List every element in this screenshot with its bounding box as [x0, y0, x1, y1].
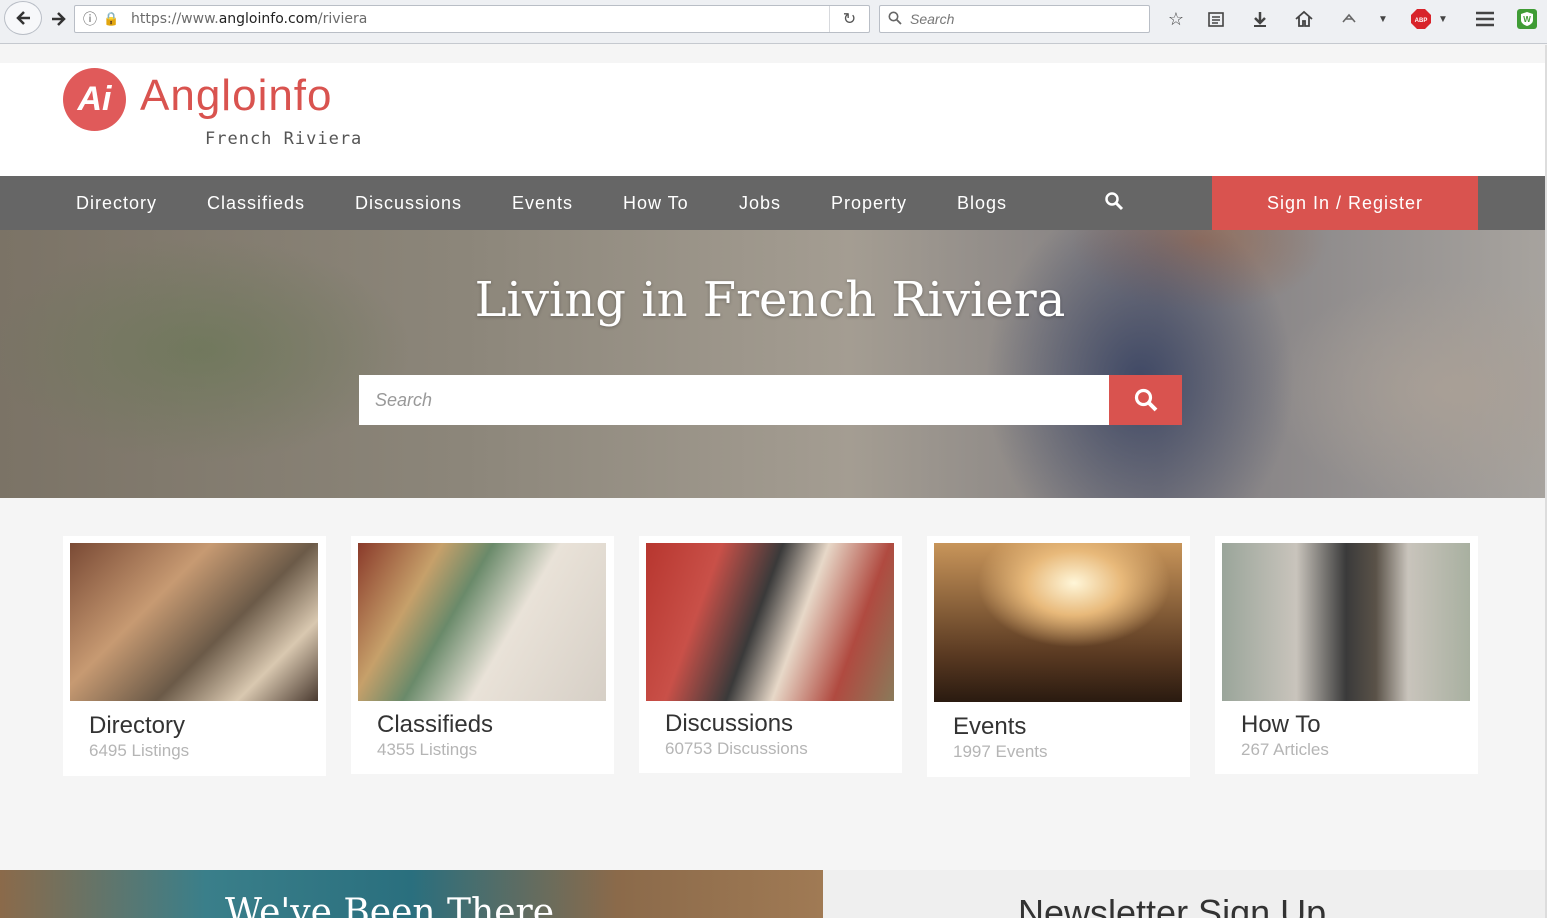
- hero-search-placeholder: Search: [375, 389, 433, 410]
- card-how-to[interactable]: How To 267 Articles: [1215, 536, 1478, 774]
- reload-icon[interactable]: ↻: [829, 6, 869, 32]
- download-icon[interactable]: [1245, 6, 1275, 32]
- card-count: 60753 Discussions: [665, 739, 808, 758]
- card-count: 1997 Events: [953, 742, 1048, 761]
- nav-item-directory[interactable]: Directory: [76, 176, 157, 230]
- browser-search-field[interactable]: Search: [879, 5, 1150, 33]
- nav-item-jobs[interactable]: Jobs: [739, 176, 781, 230]
- svg-text:W: W: [1523, 15, 1531, 24]
- card-classifieds[interactable]: Classifieds 4355 Listings: [351, 536, 614, 774]
- nav-item-property[interactable]: Property: [831, 176, 907, 230]
- promo-heading: We've Been There: [225, 892, 555, 918]
- bookmark-star-icon[interactable]: ☆: [1161, 6, 1191, 32]
- card-directory[interactable]: Directory 6495 Listings: [63, 536, 326, 776]
- card-title[interactable]: How To: [1241, 711, 1321, 739]
- search-icon: [1134, 388, 1157, 412]
- web-page: Ai Angloinfo French Riviera Directory Cl…: [0, 45, 1547, 918]
- forward-button[interactable]: [42, 4, 76, 34]
- logo-region: French Riviera: [205, 129, 363, 149]
- how-to-image[interactable]: [1222, 543, 1470, 701]
- info-icon[interactable]: ⓘ: [83, 9, 103, 29]
- logo-part-c: info: [257, 71, 333, 120]
- nav-search-icon[interactable]: [1104, 191, 1126, 213]
- arrow-right-icon: [52, 12, 66, 26]
- events-image[interactable]: [934, 543, 1182, 702]
- logo-wordmark[interactable]: Angloinfo: [140, 71, 333, 121]
- promo-banner: We've Been There: [0, 870, 823, 918]
- arrow-left-icon: [16, 11, 30, 25]
- reading-list-icon[interactable]: [1201, 6, 1231, 32]
- card-title[interactable]: Events: [953, 713, 1026, 741]
- card-events[interactable]: Events 1997 Events: [927, 536, 1190, 777]
- logo-mark[interactable]: Ai: [63, 68, 126, 131]
- nav-item-classifieds[interactable]: Classifieds: [207, 176, 305, 230]
- nav-item-events[interactable]: Events: [512, 176, 573, 230]
- card-title[interactable]: Discussions: [665, 710, 793, 738]
- hero-banner: Living in French Riviera Search: [0, 230, 1545, 498]
- card-count: 267 Articles: [1241, 740, 1329, 759]
- card-count: 6495 Listings: [89, 741, 190, 760]
- logo-part-a: Angl: [140, 71, 233, 120]
- hamburger-menu-icon[interactable]: [1470, 6, 1500, 32]
- lock-icon: 🔒: [103, 11, 120, 26]
- search-icon: [888, 11, 906, 28]
- adblock-menu-chevron-icon[interactable]: ▼: [1428, 6, 1458, 32]
- card-title[interactable]: Directory: [89, 712, 185, 740]
- hero-search-input[interactable]: Search: [359, 375, 1109, 425]
- newsletter-section: Newsletter Sign Up: [823, 870, 1545, 918]
- category-cards: Directory 6495 Listings Classifieds 4355…: [0, 498, 1545, 870]
- nav-item-how-to[interactable]: How To: [623, 176, 689, 230]
- sign-in-register-button[interactable]: Sign In / Register: [1212, 176, 1478, 230]
- browser-toolbar: ⓘ 🔒 https://www.angloinfo.com/riviera ↻ …: [0, 0, 1547, 44]
- card-title[interactable]: Classifieds: [377, 711, 493, 739]
- hero-search-button[interactable]: [1109, 375, 1182, 425]
- main-nav: Directory Classifieds Discussions Events…: [0, 176, 1545, 230]
- address-bar[interactable]: ⓘ 🔒 https://www.angloinfo.com/riviera ↻: [74, 5, 870, 33]
- directory-image[interactable]: [70, 543, 318, 701]
- chevron-down-icon[interactable]: ▼: [1368, 6, 1398, 32]
- nav-item-blogs[interactable]: Blogs: [957, 176, 1007, 230]
- svg-text:ABP: ABP: [1415, 18, 1428, 24]
- site-header: Ai Angloinfo French Riviera: [0, 63, 1545, 176]
- logo-part-b: o: [232, 71, 258, 120]
- card-count: 4355 Listings: [377, 740, 478, 759]
- hero-title: Living in French Riviera: [474, 272, 1066, 328]
- addon-shield-icon[interactable]: W: [1512, 6, 1542, 32]
- discussions-image[interactable]: [646, 543, 894, 701]
- browser-search-placeholder: Search: [910, 11, 955, 27]
- url-text[interactable]: https://www.angloinfo.com/riviera: [131, 11, 367, 27]
- classifieds-image[interactable]: [358, 543, 606, 701]
- home-icon[interactable]: [1289, 6, 1319, 32]
- newsletter-heading: Newsletter Sign Up: [1018, 892, 1327, 918]
- logo-mark-text: Ai: [77, 80, 112, 118]
- extension-icon[interactable]: [1334, 6, 1364, 32]
- back-button[interactable]: [4, 1, 42, 35]
- nav-item-discussions[interactable]: Discussions: [355, 176, 462, 230]
- card-discussions[interactable]: Discussions 60753 Discussions: [639, 536, 902, 773]
